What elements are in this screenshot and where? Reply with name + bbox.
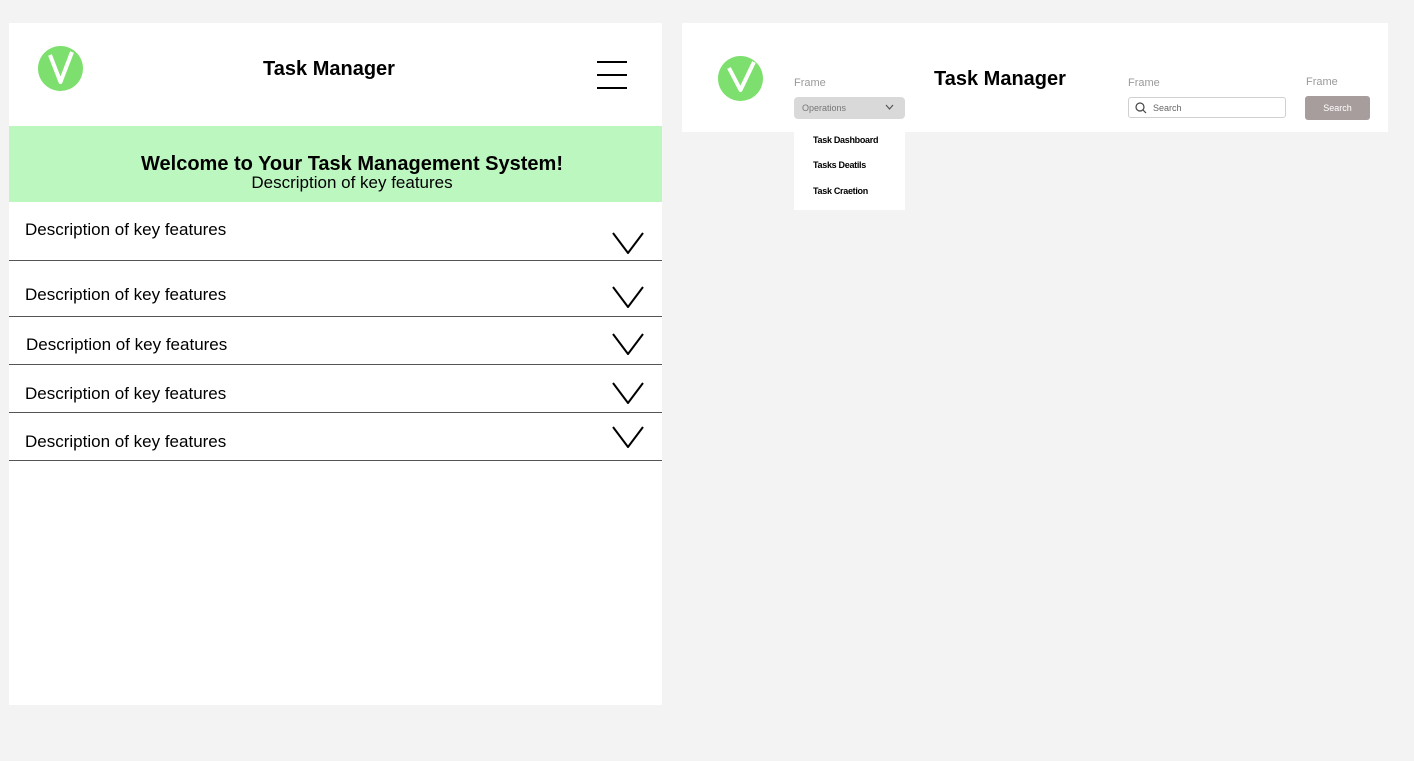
search-input[interactable] bbox=[1153, 98, 1281, 117]
feature-label: Description of key features bbox=[26, 335, 228, 354]
dropdown-value: Operations bbox=[802, 103, 847, 113]
feature-row[interactable]: Description of key features bbox=[9, 365, 662, 413]
chevron-down-icon[interactable] bbox=[612, 382, 644, 404]
search-button[interactable]: Search bbox=[1305, 96, 1370, 120]
feature-label: Description of key features bbox=[25, 384, 227, 403]
feature-label: Description of key features bbox=[25, 220, 227, 239]
feature-row[interactable]: Description of key features bbox=[9, 413, 662, 461]
chevron-down-icon[interactable] bbox=[612, 426, 644, 448]
search-icon bbox=[1135, 102, 1147, 114]
hamburger-line bbox=[597, 87, 627, 89]
hamburger-menu-icon[interactable] bbox=[597, 61, 627, 90]
menu-item-task-creation[interactable]: Task Craetion bbox=[813, 186, 868, 196]
search-field[interactable] bbox=[1128, 97, 1286, 118]
welcome-banner: Welcome to Your Task Management System! … bbox=[9, 126, 662, 202]
chevron-down-icon bbox=[885, 104, 894, 110]
hamburger-line bbox=[597, 74, 627, 76]
frame-label: Frame bbox=[1306, 76, 1338, 88]
feature-row[interactable]: Description of key features bbox=[9, 261, 662, 317]
mobile-frame: Task Manager Welcome to Your Task Manage… bbox=[9, 23, 662, 705]
feature-label: Description of key features bbox=[25, 432, 227, 451]
app-title: Task Manager bbox=[934, 68, 1066, 90]
banner-title: Welcome to Your Task Management System! bbox=[141, 153, 563, 175]
logo-check-icon[interactable] bbox=[718, 56, 763, 101]
dropdown-menu: Task Dashboard Tasks Deatils Task Craeti… bbox=[794, 128, 905, 210]
frame-label: Frame bbox=[794, 77, 826, 89]
chevron-down-icon[interactable] bbox=[612, 333, 644, 355]
banner-subtitle: Description of key features bbox=[251, 173, 453, 192]
frame-label: Frame bbox=[1128, 77, 1160, 89]
desktop-frame: Frame Task Manager Frame Frame Operation… bbox=[682, 23, 1388, 132]
app-title: Task Manager bbox=[263, 58, 395, 80]
menu-item-task-dashboard[interactable]: Task Dashboard bbox=[813, 135, 878, 145]
chevron-down-icon[interactable] bbox=[612, 232, 644, 254]
operations-dropdown[interactable]: Operations bbox=[794, 97, 905, 119]
feature-label: Description of key features bbox=[25, 285, 227, 304]
hamburger-line bbox=[597, 61, 627, 63]
feature-row[interactable]: Description of key features bbox=[9, 202, 662, 261]
feature-row[interactable]: Description of key features bbox=[9, 317, 662, 365]
menu-item-tasks-details[interactable]: Tasks Deatils bbox=[813, 160, 866, 170]
chevron-down-icon[interactable] bbox=[612, 286, 644, 308]
